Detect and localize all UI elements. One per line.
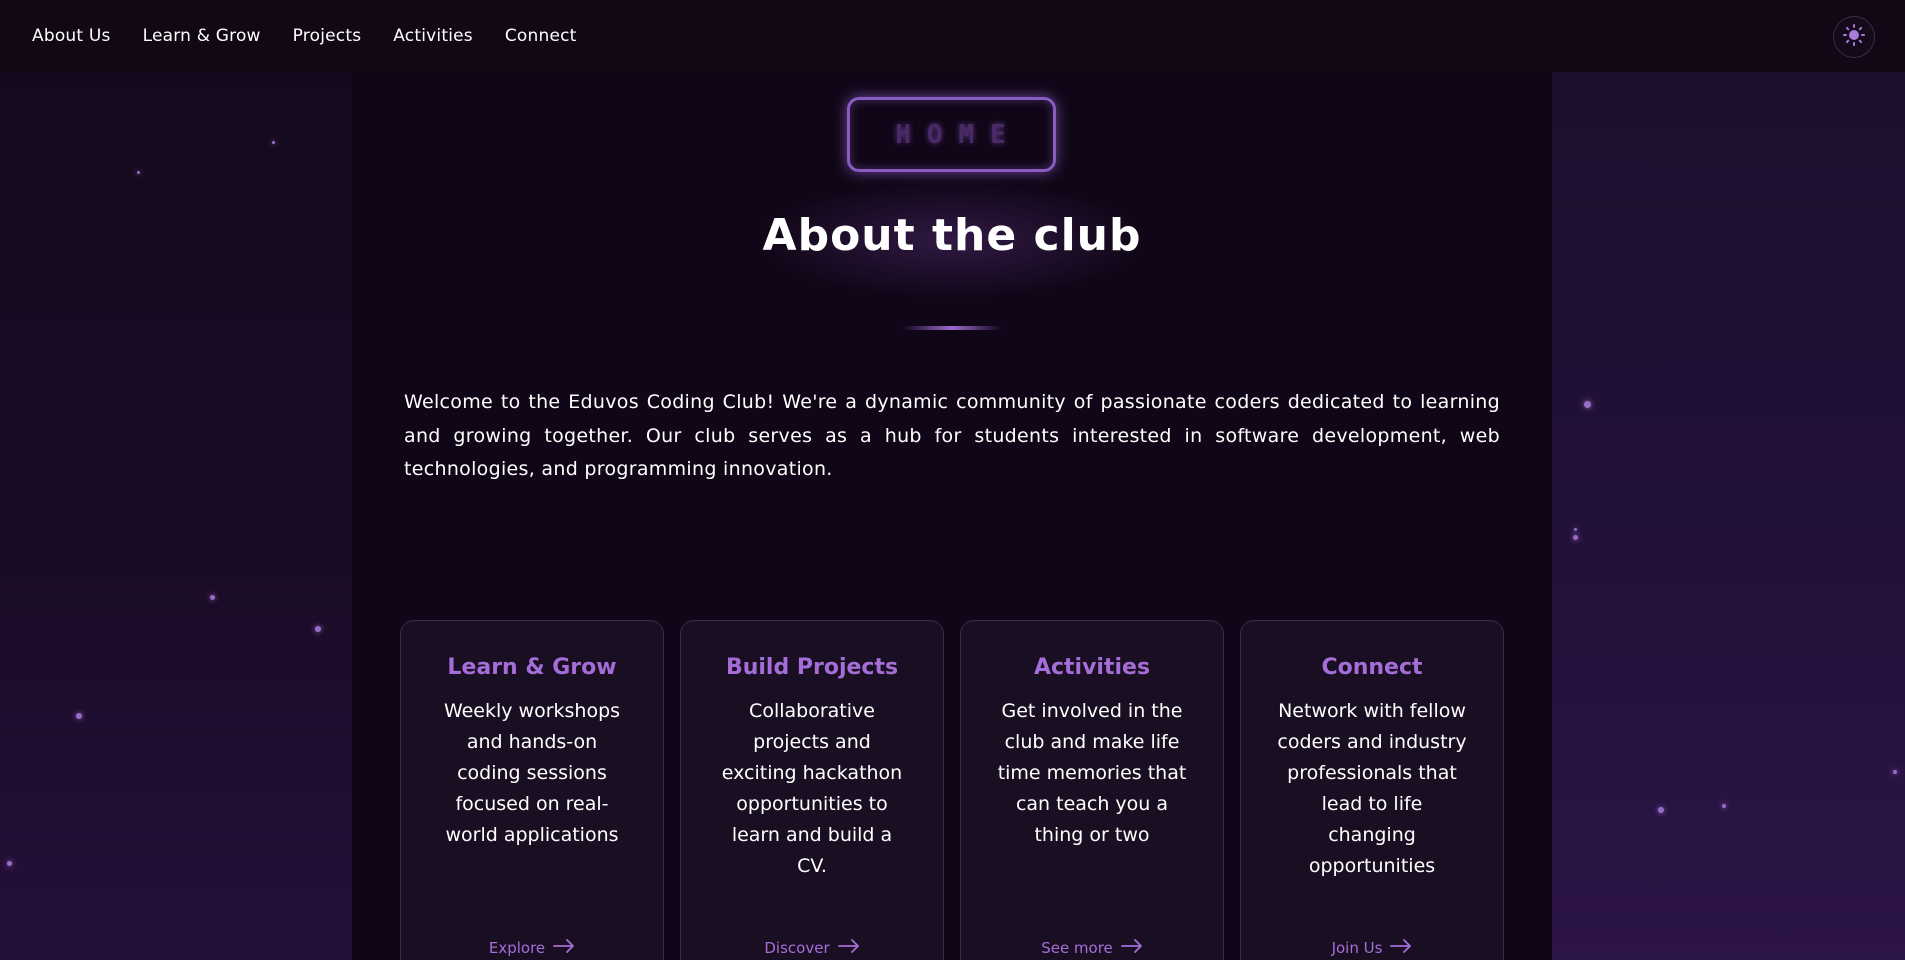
card-text: Network with fellow coders and industry … [1277, 700, 1467, 877]
explore-link[interactable]: Explore [401, 939, 663, 957]
nav-item-connect[interactable]: Connect [505, 26, 577, 46]
nav-item-projects[interactable]: Projects [293, 26, 362, 46]
card-link-label: Explore [488, 939, 546, 957]
nav-item-about-us[interactable]: About Us [32, 26, 111, 46]
background-star [272, 141, 275, 144]
background-star [137, 171, 140, 174]
background-star [76, 713, 82, 719]
top-navbar: About Us Learn & Grow Projects Activitie… [0, 0, 1905, 72]
arrow-right-icon [1390, 939, 1412, 957]
arrow-right-icon [837, 939, 860, 957]
background-star [7, 861, 12, 866]
sun-icon [1843, 24, 1865, 50]
arrow-right-icon [1120, 939, 1143, 957]
background-star [1722, 804, 1726, 808]
card-text: Collaborative projects and exciting hack… [721, 700, 903, 877]
join-us-link[interactable]: Join Us [1241, 939, 1503, 957]
feature-card-activities: Activities Get involved in the club and … [960, 620, 1224, 960]
card-title: Build Projects [725, 655, 899, 680]
nav-item-learn-grow[interactable]: Learn & Grow [143, 26, 261, 46]
arrow-right-icon [553, 939, 575, 957]
background-left-panel [0, 72, 352, 960]
home-badge: HOME [847, 97, 1056, 172]
background-right-panel [1552, 72, 1905, 960]
background-star [1574, 528, 1577, 531]
discover-link[interactable]: Discover [681, 939, 943, 957]
page-title: About the club [762, 210, 1142, 261]
background-star [315, 626, 321, 632]
background-star [210, 595, 215, 600]
theme-toggle-button[interactable] [1833, 16, 1875, 58]
intro-paragraph: Welcome to the Eduvos Coding Club! We're… [404, 391, 1500, 480]
background-star [1584, 401, 1591, 408]
see-more-link[interactable]: See more [961, 939, 1223, 957]
background-star [1893, 770, 1897, 774]
background-star [1573, 535, 1578, 540]
title-divider [902, 326, 1002, 330]
feature-card-build-projects: Build Projects Collaborative projects an… [680, 620, 944, 960]
feature-card-learn-grow: Learn & Grow Weekly workshops and hands-… [400, 620, 664, 960]
card-text: Get involved in the club and make life t… [997, 700, 1187, 846]
card-link-label: Discover [764, 939, 830, 957]
card-title: Activities [1033, 655, 1151, 680]
background-star [1658, 807, 1664, 813]
nav-item-activities[interactable]: Activities [393, 26, 473, 46]
feature-card-connect: Connect Network with fellow coders and i… [1240, 620, 1504, 960]
card-link-label: See more [1041, 939, 1113, 957]
card-title: Learn & Grow [447, 655, 617, 680]
card-title: Connect [1321, 655, 1423, 680]
card-text: Weekly workshops and hands-on coding ses… [443, 700, 621, 846]
card-link-label: Join Us [1331, 939, 1383, 957]
